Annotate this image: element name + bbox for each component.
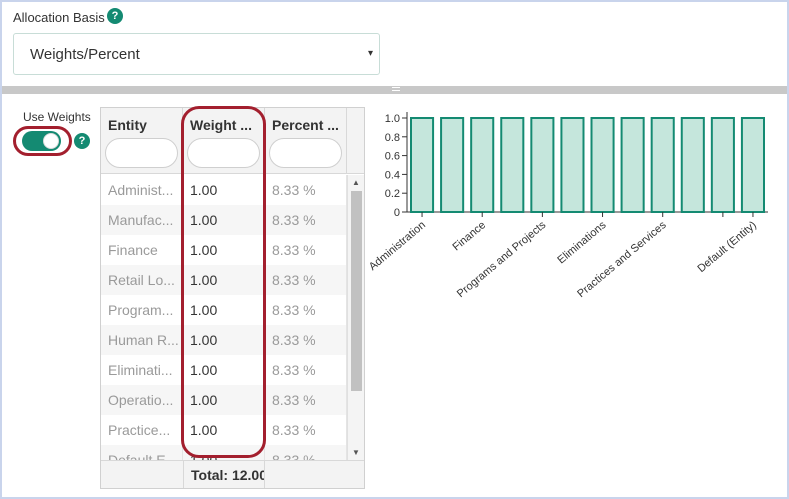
x-tick-label: Default (Entity) [695, 219, 758, 275]
percent-cell: 8.33 % [265, 295, 347, 325]
use-weights-help-icon[interactable]: ? [74, 133, 90, 149]
y-tick-label: 0.2 [385, 188, 400, 200]
bar[interactable] [440, 117, 465, 213]
allocation-basis-value: Weights/Percent [30, 46, 140, 63]
bar[interactable] [680, 117, 705, 213]
column-percent[interactable]: Percent ... [265, 108, 347, 174]
y-tick-label: 0 [394, 207, 400, 219]
allocation-basis-select[interactable]: Weights/Percent ▾ [13, 33, 380, 75]
bar[interactable] [650, 117, 675, 213]
y-tick-label: 1.0 [385, 113, 400, 125]
column-entity[interactable]: Entity [101, 108, 183, 174]
allocation-bar-chart: 00.20.40.60.81.0Administration FinancePro… [370, 112, 768, 300]
bar[interactable] [620, 117, 645, 213]
weight-total: Total: 12.00 [183, 461, 265, 488]
entity-cell: Default E... [101, 445, 183, 460]
y-tick-label: 0.6 [385, 151, 400, 163]
entity-cell: Manufac... [101, 205, 183, 235]
bar[interactable] [500, 117, 525, 213]
percent-cell: 8.33 % [265, 205, 347, 235]
help-icon[interactable]: ? [107, 8, 123, 24]
scrollbar-thumb[interactable] [351, 191, 362, 391]
percent-cell: 8.33 % [265, 355, 347, 385]
column-title-entity: Entity [108, 117, 147, 133]
x-tick-label: Finance [450, 219, 488, 253]
drag-handle-icon [392, 87, 400, 93]
entity-filter-input[interactable] [105, 138, 178, 168]
percent-cell: 8.33 % [265, 385, 347, 415]
bar[interactable] [590, 117, 615, 213]
percent-cell: 8.33 % [265, 325, 347, 355]
entity-cell: Practice... [101, 415, 183, 445]
use-weights-label: Use Weights [23, 110, 91, 124]
percent-cell: 8.33 % [265, 445, 347, 460]
use-weights-toggle[interactable] [22, 131, 61, 151]
bar[interactable] [530, 117, 555, 213]
entity-cell: Program... [101, 295, 183, 325]
x-tick-label: Administration [370, 219, 428, 273]
percent-filter-input[interactable] [269, 138, 342, 168]
bar[interactable] [740, 117, 765, 213]
scroll-up-icon[interactable]: ▲ [352, 178, 360, 187]
weight-column-highlight-ring [181, 106, 266, 458]
bar[interactable] [410, 117, 435, 213]
entity-cell: Operatio... [101, 385, 183, 415]
entity-cell: Eliminati... [101, 355, 183, 385]
percent-cell: 8.33 % [265, 415, 347, 445]
bar[interactable] [470, 117, 495, 213]
column-title-percent: Percent ... [272, 117, 339, 133]
y-tick-label: 0.8 [385, 132, 400, 144]
percent-cell: 8.33 % [265, 175, 347, 205]
x-tick-label: Eliminations [555, 219, 609, 267]
toggle-knob [43, 133, 59, 149]
grid-footer: Total: 12.00 [101, 460, 364, 488]
allocation-basis-label: Allocation Basis [13, 10, 105, 25]
scroll-down-icon[interactable]: ▼ [352, 448, 360, 457]
entity-cell: Retail Lo... [101, 265, 183, 295]
grid-scrollbar[interactable]: ▲ ▼ [347, 175, 364, 460]
bar[interactable] [710, 117, 735, 213]
chevron-down-icon: ▾ [367, 48, 373, 59]
entity-cell: Administ... [101, 175, 183, 205]
entity-cell: Finance [101, 235, 183, 265]
entity-cell: Human R... [101, 325, 183, 355]
percent-cell: 8.33 % [265, 265, 347, 295]
y-tick-label: 0.4 [385, 169, 400, 181]
bar[interactable] [560, 117, 585, 213]
percent-cell: 8.33 % [265, 235, 347, 265]
panel-splitter[interactable] [2, 86, 787, 94]
